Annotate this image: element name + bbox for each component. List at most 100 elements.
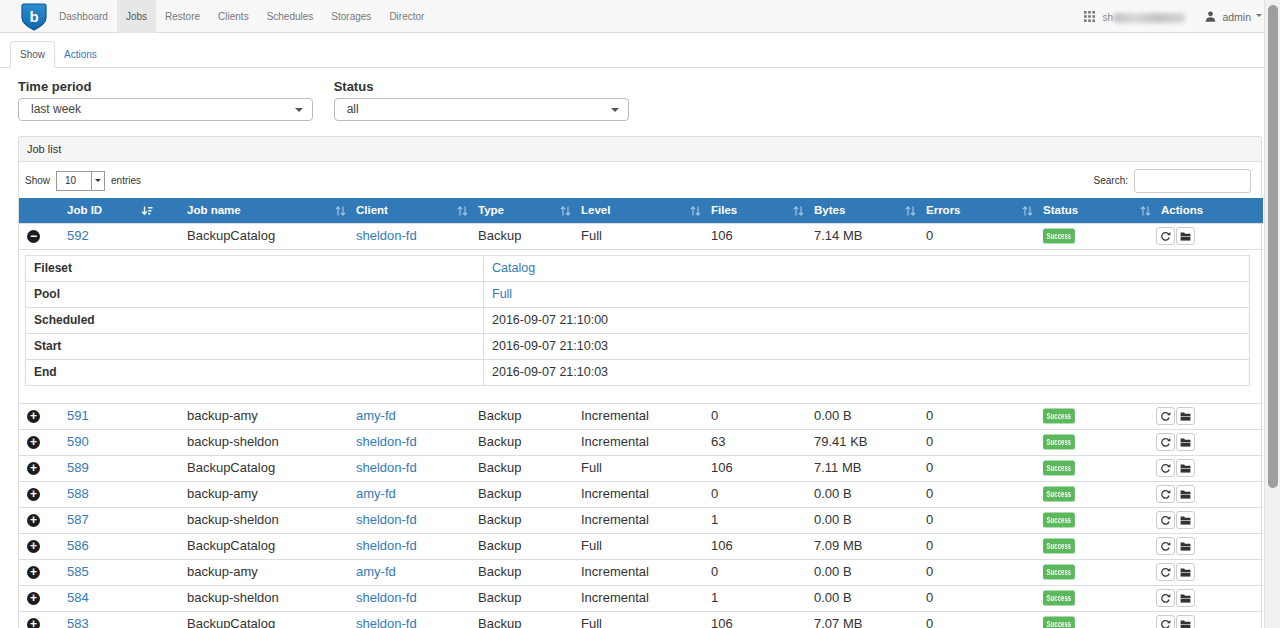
browse-job-button[interactable] bbox=[1176, 615, 1195, 628]
status-select[interactable]: all bbox=[334, 98, 629, 121]
collapse-row-icon[interactable]: − bbox=[27, 230, 40, 243]
rerun-job-button[interactable] bbox=[1156, 537, 1175, 555]
expand-row-icon[interactable]: + bbox=[27, 592, 40, 605]
job-level-cell: Full bbox=[573, 533, 703, 559]
search-input[interactable] bbox=[1134, 169, 1251, 193]
entries-select[interactable]: 10 bbox=[56, 171, 105, 191]
detail-row: Start2016-09-07 21:10:03 bbox=[26, 333, 1250, 359]
browse-job-button[interactable] bbox=[1176, 433, 1195, 451]
job-detail-table: FilesetCatalogPoolFullScheduled2016-09-0… bbox=[25, 255, 1250, 386]
browse-job-button[interactable] bbox=[1176, 511, 1195, 529]
browse-job-button[interactable] bbox=[1176, 459, 1195, 477]
job-id-link[interactable]: 587 bbox=[67, 512, 89, 527]
rerun-job-button[interactable] bbox=[1156, 615, 1175, 628]
grid-icon[interactable] bbox=[1084, 10, 1099, 25]
column-header-bytes[interactable]: Bytes bbox=[806, 198, 918, 223]
status-badge: Success bbox=[1043, 434, 1075, 449]
client-link[interactable]: sheldon-fd bbox=[356, 460, 417, 475]
rerun-job-button[interactable] bbox=[1156, 511, 1175, 529]
client-link[interactable]: sheldon-fd bbox=[356, 590, 417, 605]
director-host-label[interactable]: sh bbox=[1103, 12, 1114, 23]
nav-item-clients[interactable]: Clients bbox=[209, 0, 258, 33]
job-id-link[interactable]: 589 bbox=[67, 460, 89, 475]
job-row: −592BackupCatalogsheldon-fdBackupFull106… bbox=[19, 223, 1263, 249]
client-link[interactable]: sheldon-fd bbox=[356, 228, 417, 243]
nav-item-jobs[interactable]: Jobs bbox=[117, 0, 156, 33]
rerun-job-button[interactable] bbox=[1156, 433, 1175, 451]
client-link[interactable]: amy-fd bbox=[356, 486, 396, 501]
expand-row-icon[interactable]: + bbox=[27, 618, 40, 628]
client-link[interactable]: sheldon-fd bbox=[356, 512, 417, 527]
rerun-job-button[interactable] bbox=[1156, 227, 1175, 245]
job-type-cell: Backup bbox=[470, 481, 573, 507]
job-id-link[interactable]: 590 bbox=[67, 434, 89, 449]
client-link[interactable]: sheldon-fd bbox=[356, 538, 417, 553]
job-id-link[interactable]: 588 bbox=[67, 486, 89, 501]
chevron-down-icon bbox=[611, 108, 619, 116]
column-header-status[interactable]: Status bbox=[1035, 198, 1153, 223]
client-link[interactable]: amy-fd bbox=[356, 408, 396, 423]
browse-job-button[interactable] bbox=[1176, 227, 1195, 245]
column-header-files[interactable]: Files bbox=[703, 198, 806, 223]
expand-row-icon[interactable]: + bbox=[27, 540, 40, 553]
expand-row-icon[interactable]: + bbox=[27, 488, 40, 501]
job-name-cell: BackupCatalog bbox=[179, 533, 348, 559]
column-header-client[interactable]: Client bbox=[348, 198, 470, 223]
expand-row-icon[interactable]: + bbox=[27, 410, 40, 423]
chevron-down-icon bbox=[91, 172, 104, 190]
bareos-logo[interactable]: b bbox=[21, 3, 47, 31]
job-id-link[interactable]: 584 bbox=[67, 590, 89, 605]
job-type-cell: Backup bbox=[470, 403, 573, 429]
job-files-cell: 106 bbox=[703, 223, 806, 249]
column-header-level[interactable]: Level bbox=[573, 198, 703, 223]
job-bytes-cell: 7.09 MB bbox=[806, 533, 918, 559]
job-id-link[interactable]: 585 bbox=[67, 564, 89, 579]
job-id-link[interactable]: 592 bbox=[67, 228, 89, 243]
client-link[interactable]: sheldon-fd bbox=[356, 616, 417, 628]
nav-item-restore[interactable]: Restore bbox=[156, 0, 209, 33]
rerun-job-button[interactable] bbox=[1156, 589, 1175, 607]
browse-job-button[interactable] bbox=[1176, 485, 1195, 503]
browse-job-button[interactable] bbox=[1176, 407, 1195, 425]
job-id-link[interactable]: 591 bbox=[67, 408, 89, 423]
rerun-job-button[interactable] bbox=[1156, 407, 1175, 425]
rerun-job-button[interactable] bbox=[1156, 459, 1175, 477]
nav-item-schedules[interactable]: Schedules bbox=[258, 0, 323, 33]
job-id-link[interactable]: 583 bbox=[67, 616, 89, 628]
user-menu[interactable]: admin bbox=[1222, 11, 1251, 23]
chevron-down-icon[interactable] bbox=[1256, 14, 1262, 20]
job-row: +584backup-sheldonsheldon-fdBackupIncrem… bbox=[19, 585, 1263, 611]
column-header-job-name[interactable]: Job name bbox=[179, 198, 348, 223]
job-id-link[interactable]: 586 bbox=[67, 538, 89, 553]
scrollbar-thumb[interactable] bbox=[1268, 5, 1278, 488]
browse-job-button[interactable] bbox=[1176, 563, 1195, 581]
job-bytes-cell: 0.00 B bbox=[806, 481, 918, 507]
tab-show[interactable]: Show bbox=[10, 41, 55, 68]
expand-row-icon[interactable]: + bbox=[27, 514, 40, 527]
detail-value-link[interactable]: Catalog bbox=[492, 261, 535, 275]
rerun-job-button[interactable] bbox=[1156, 485, 1175, 503]
nav-item-storages[interactable]: Storages bbox=[322, 0, 380, 33]
browse-job-button[interactable] bbox=[1176, 537, 1195, 555]
time-period-select[interactable]: last week bbox=[18, 98, 313, 121]
job-name-cell: backup-amy bbox=[179, 481, 348, 507]
job-bytes-cell: 0.00 B bbox=[806, 403, 918, 429]
job-type-cell: Backup bbox=[470, 611, 573, 628]
nav-item-director[interactable]: Director bbox=[380, 0, 433, 33]
status-badge: Success bbox=[1043, 564, 1075, 579]
browse-job-button[interactable] bbox=[1176, 589, 1195, 607]
tab-actions[interactable]: Actions bbox=[55, 42, 106, 69]
column-header-type[interactable]: Type bbox=[470, 198, 573, 223]
rerun-job-button[interactable] bbox=[1156, 563, 1175, 581]
nav-item-dashboard[interactable]: Dashboard bbox=[50, 0, 117, 33]
job-name-cell: backup-sheldon bbox=[179, 429, 348, 455]
client-link[interactable]: sheldon-fd bbox=[356, 434, 417, 449]
detail-value-link[interactable]: Full bbox=[492, 287, 512, 301]
column-header-job-id[interactable]: Job ID bbox=[59, 198, 179, 223]
client-link[interactable]: amy-fd bbox=[356, 564, 396, 579]
expand-row-icon[interactable]: + bbox=[27, 436, 40, 449]
column-header-errors[interactable]: Errors bbox=[918, 198, 1035, 223]
vertical-scrollbar[interactable] bbox=[1264, 0, 1280, 628]
expand-row-icon[interactable]: + bbox=[27, 566, 40, 579]
expand-row-icon[interactable]: + bbox=[27, 462, 40, 475]
